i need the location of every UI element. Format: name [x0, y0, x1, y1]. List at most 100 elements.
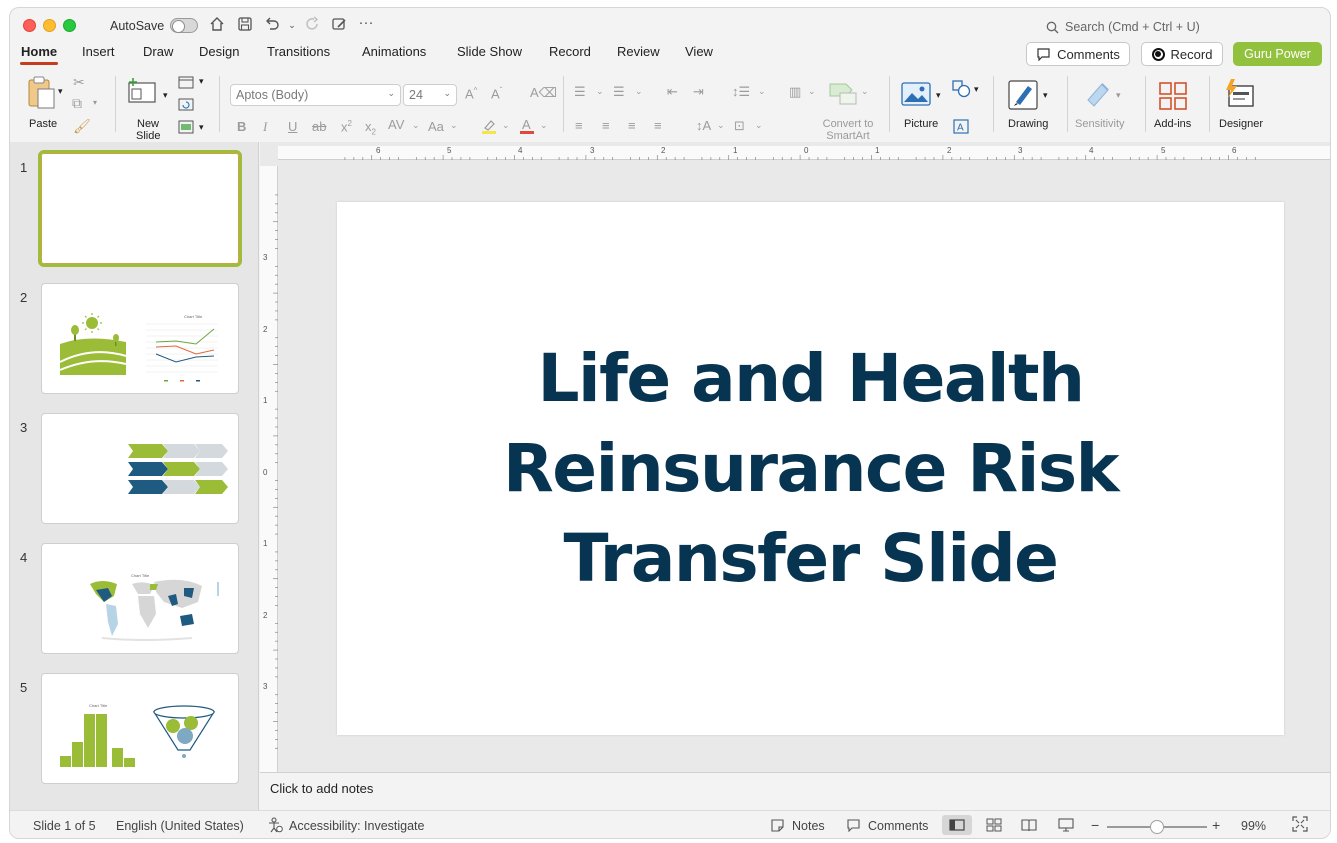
addins-icon[interactable] [1159, 82, 1187, 113]
sensitivity-dropdown-icon[interactable]: ▾ [1116, 90, 1121, 101]
subscript-icon[interactable]: x2 [365, 119, 376, 137]
decrease-font-size-icon[interactable]: Aˇ [491, 86, 502, 101]
increase-font-size-icon[interactable]: A^ [465, 86, 477, 101]
columns-icon[interactable]: ▥ [789, 84, 801, 100]
align-left-icon[interactable]: ≡ [575, 118, 583, 133]
presenter-view-button[interactable] [1051, 815, 1081, 835]
language-indicator[interactable]: English (United States) [116, 819, 244, 833]
tab-insert[interactable]: Insert [82, 44, 115, 59]
new-slide-dropdown-icon[interactable]: ▾ [163, 90, 168, 101]
undo-dropdown-icon[interactable]: ⌄ [282, 20, 302, 31]
shapes-dropdown-icon[interactable]: ▾ [974, 84, 979, 95]
shapes-icon[interactable] [952, 80, 972, 101]
notes-icon[interactable] [770, 818, 785, 836]
notes-toggle-label[interactable]: Notes [792, 819, 825, 833]
chevron-down-icon[interactable]: ⌄ [412, 120, 420, 131]
picture-dropdown-icon[interactable]: ▾ [936, 90, 941, 101]
tab-transitions[interactable]: Transitions [267, 44, 330, 59]
section-dropdown-icon[interactable]: ▾ [199, 122, 204, 133]
line-spacing-icon[interactable]: ↕☰ [732, 84, 750, 100]
strikethrough-icon[interactable]: ab [312, 119, 326, 134]
autosave-toggle[interactable] [170, 18, 198, 33]
tab-animations[interactable]: Animations [362, 44, 426, 59]
zoom-slider-thumb[interactable] [1150, 820, 1164, 834]
reading-view-button[interactable] [1014, 815, 1044, 835]
font-size-dropdown[interactable]: 24 ⌄ [403, 84, 457, 106]
slide-thumbnail-4[interactable]: Chart Title [41, 543, 239, 654]
tab-design[interactable]: Design [199, 44, 239, 59]
copy-dropdown-icon[interactable]: ▾ [93, 98, 97, 107]
bold-icon[interactable]: B [237, 119, 246, 134]
tab-slide-show[interactable]: Slide Show [457, 44, 522, 59]
chevron-down-icon[interactable]: ⌄ [755, 120, 763, 131]
chevron-down-icon[interactable]: ⌄ [450, 120, 458, 131]
section-icon[interactable] [178, 120, 194, 137]
chevron-down-icon[interactable]: ⌄ [635, 86, 643, 97]
format-painter-icon[interactable]: 🖌 [73, 118, 91, 135]
accessibility-icon[interactable] [268, 817, 283, 836]
zoom-in-button[interactable]: + [1212, 817, 1220, 833]
normal-view-button[interactable] [942, 815, 972, 835]
tab-view[interactable]: View [685, 44, 713, 59]
comments-toggle-label[interactable]: Comments [868, 819, 928, 833]
chevron-down-icon[interactable]: ⌄ [717, 120, 725, 131]
clear-formatting-icon[interactable]: A⌫ [530, 85, 557, 101]
layout-icon[interactable] [178, 76, 194, 92]
character-spacing-icon[interactable]: AV [388, 117, 404, 132]
smartart-icon[interactable] [828, 80, 858, 109]
slide-canvas[interactable]: Life and Health Reinsurance Risk Transfe… [337, 202, 1284, 735]
record-button[interactable]: Record [1141, 42, 1223, 66]
redo-icon[interactable] [303, 16, 323, 36]
justify-icon[interactable]: ≡ [654, 118, 662, 133]
slide-thumbnail-3[interactable] [41, 413, 239, 524]
tab-draw[interactable]: Draw [143, 44, 173, 59]
layout-dropdown-icon[interactable]: ▾ [199, 76, 204, 87]
reset-slide-icon[interactable] [178, 98, 194, 114]
superscript-icon[interactable]: x2 [341, 119, 352, 134]
zoom-out-button[interactable]: − [1091, 817, 1099, 833]
save-icon[interactable] [235, 16, 255, 36]
more-options-icon[interactable]: ··· [356, 14, 376, 31]
comments-status-icon[interactable] [846, 818, 861, 835]
slide-thumbnail-2[interactable]: Chart Title [41, 283, 239, 394]
guru-power-button[interactable]: Guru Power [1233, 42, 1322, 66]
chevron-down-icon[interactable]: ⌄ [861, 86, 869, 97]
undo-icon[interactable] [262, 16, 282, 36]
increase-indent-icon[interactable]: ⇥ [693, 84, 704, 100]
copy-icon[interactable]: ⧉ [72, 95, 82, 112]
slide-thumbnail-5[interactable]: Chart Title [41, 673, 239, 784]
tab-review[interactable]: Review [617, 44, 660, 59]
text-box-icon[interactable]: A [953, 119, 969, 137]
notes-pane[interactable]: Click to add notes [260, 772, 1330, 810]
decrease-indent-icon[interactable]: ⇤ [667, 84, 678, 100]
chevron-down-icon[interactable]: ⌄ [808, 86, 816, 97]
chevron-down-icon[interactable]: ⌄ [596, 86, 604, 97]
slide-title[interactable]: Life and Health Reinsurance Risk Transfe… [461, 334, 1161, 604]
font-color-icon[interactable]: A [519, 117, 535, 137]
tab-record[interactable]: Record [549, 44, 591, 59]
bullets-icon[interactable]: ☰ [574, 84, 586, 100]
slide-thumbnail-1[interactable] [38, 150, 242, 267]
numbering-icon[interactable]: ☰ [613, 84, 625, 100]
chevron-down-icon[interactable]: ⌄ [758, 86, 766, 97]
underline-icon[interactable]: U [288, 119, 297, 134]
home-icon[interactable] [207, 16, 227, 36]
paste-icon[interactable] [25, 76, 57, 113]
highlight-icon[interactable] [481, 118, 497, 137]
zoom-slider[interactable] [1107, 820, 1207, 834]
slide-sorter-view-button[interactable] [979, 815, 1009, 835]
designer-icon[interactable] [1223, 78, 1255, 113]
close-window-button[interactable] [23, 19, 36, 32]
paste-dropdown-icon[interactable]: ▾ [58, 86, 63, 97]
maximize-window-button[interactable] [63, 19, 76, 32]
picture-icon[interactable] [901, 82, 931, 109]
fit-to-window-icon[interactable] [1292, 816, 1308, 835]
accessibility-status[interactable]: Accessibility: Investigate [289, 819, 424, 833]
drawing-dropdown-icon[interactable]: ▾ [1043, 90, 1048, 101]
text-direction-icon[interactable]: ↕A [696, 118, 711, 133]
chevron-down-icon[interactable]: ⌄ [540, 120, 548, 131]
edit-icon[interactable] [329, 16, 349, 36]
comments-button[interactable]: Comments [1026, 42, 1130, 66]
align-text-icon[interactable]: ⊡ [734, 118, 745, 134]
italic-icon[interactable]: I [263, 119, 267, 135]
